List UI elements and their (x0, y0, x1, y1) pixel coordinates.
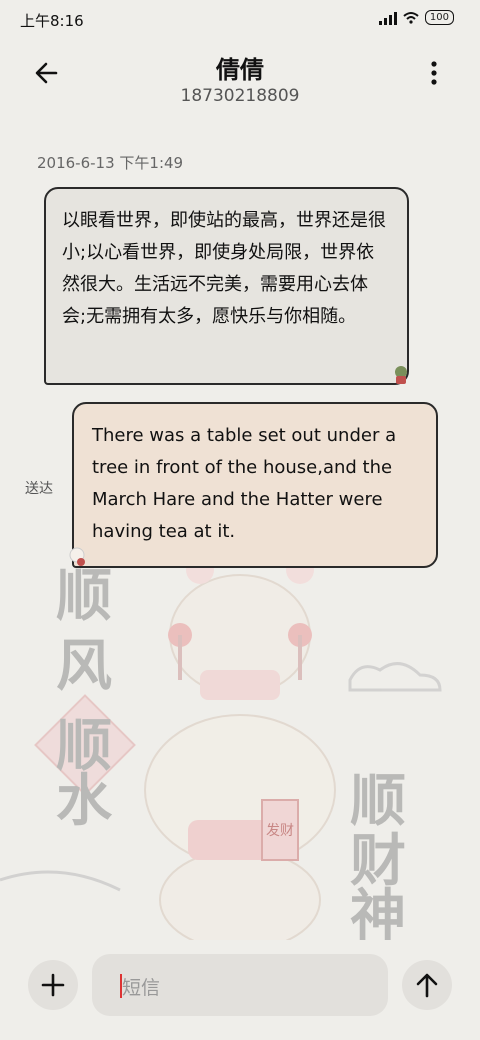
status-time: 上午8:16 (20, 12, 84, 30)
battery-indicator: 100 (424, 10, 454, 25)
wallpaper-badge: 发财 (266, 823, 294, 839)
message-text: 以眼看世界，即使站的最高，世界还是很小;以心看世界，即使身处局限，世界依然很大。… (62, 210, 386, 327)
wallpaper-left-char: 顺 (56, 564, 112, 629)
message-timestamp: 2016-6-13 下午1:49 (37, 154, 184, 172)
wallpaper-right-char: 神 (350, 884, 406, 940)
outgoing-message-bubble[interactable]: There was a table set out under a tree i… (72, 402, 438, 568)
signal-icon (378, 11, 397, 25)
contact-phone: 18730218809 (180, 86, 300, 106)
message-text: There was a table set out under a tree i… (92, 425, 397, 542)
status-bar: 上午8:16 100 (0, 0, 480, 40)
user-avatar-icon (69, 547, 85, 566)
message-input[interactable]: 短信 (92, 954, 388, 1016)
plus-icon (41, 973, 65, 997)
contact-name: 倩倩 (216, 56, 264, 84)
incoming-message-bubble[interactable]: 以眼看世界，即使站的最高，世界还是很小;以心看世界，即使身处局限，世界依然很大。… (44, 187, 409, 385)
send-button[interactable] (402, 960, 452, 1010)
add-attachment-button[interactable] (28, 960, 78, 1010)
sender-avatar-icon (395, 366, 407, 384)
wifi-icon (403, 11, 419, 24)
wallpaper-left-char: 风 (56, 634, 112, 699)
more-options-icon[interactable] (424, 58, 444, 88)
wallpaper-left-char: 水 (56, 769, 113, 834)
delivery-status: 送达 (25, 481, 53, 497)
wallpaper-right-char: 顺 (350, 769, 406, 834)
conversation-header: 倩倩 18730218809 (0, 44, 480, 116)
message-input-placeholder: 短信 (122, 977, 161, 999)
status-icons: 100 (378, 10, 454, 25)
message-composer: 短信 (0, 950, 480, 1020)
arrow-up-icon (416, 973, 438, 998)
